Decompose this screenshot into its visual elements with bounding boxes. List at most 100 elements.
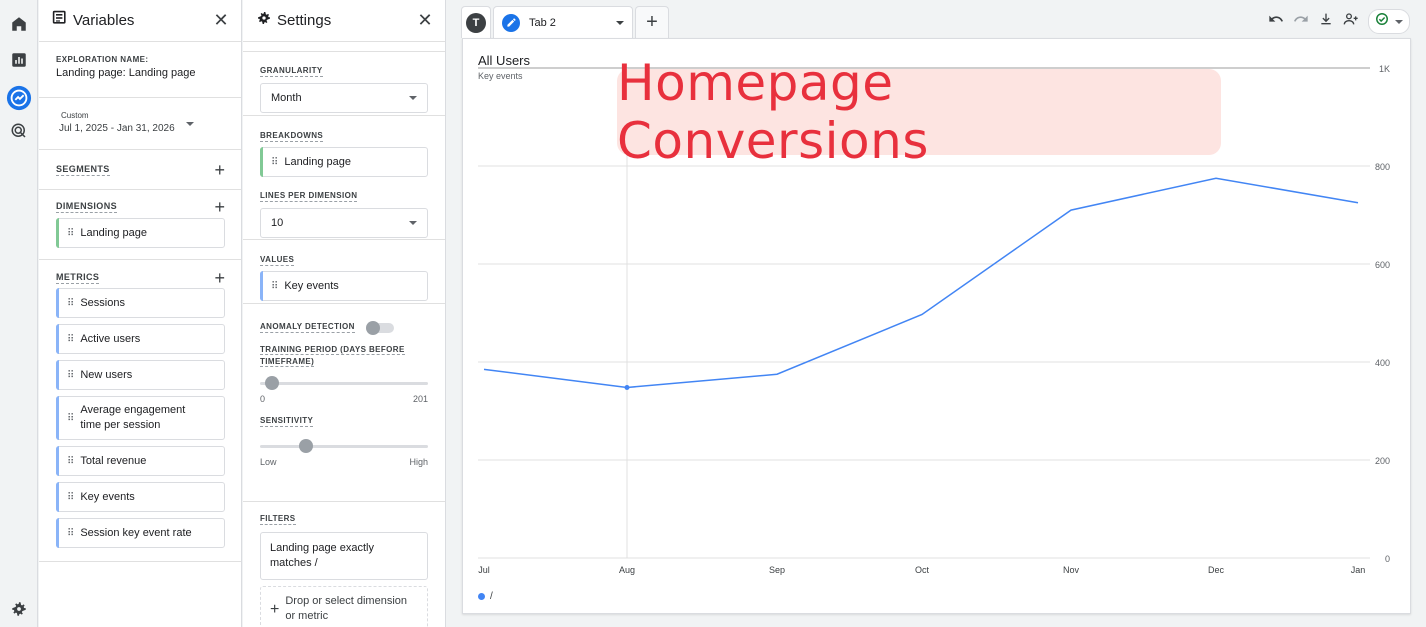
metric-chip-session-key-event-rate[interactable]: ⠿ Session key event rate bbox=[56, 518, 225, 548]
values-label: VALUES bbox=[260, 255, 295, 266]
metric-chip-key-events[interactable]: ⠿ Key events bbox=[56, 482, 225, 512]
metric-chip-active-users[interactable]: ⠿ Active users bbox=[56, 324, 225, 354]
legend-label[interactable]: / bbox=[490, 591, 493, 602]
date-range-picker[interactable]: Custom Jul 1, 2025 - Jan 31, 2026 bbox=[39, 98, 241, 150]
drag-handle-icon[interactable]: ⠿ bbox=[67, 411, 74, 426]
granularity-value: Month bbox=[271, 92, 302, 104]
granularity-select[interactable]: Month bbox=[260, 83, 428, 113]
lines-per-dimension-value: 10 bbox=[271, 217, 284, 229]
sensitivity-range: Low High bbox=[260, 457, 428, 467]
home-icon[interactable] bbox=[9, 14, 29, 34]
metric-chip-label: Active users bbox=[80, 333, 141, 345]
metric-chip-label: New users bbox=[80, 369, 133, 381]
lines-per-dimension-label: LINES PER DIMENSION bbox=[260, 191, 358, 202]
left-nav-rail bbox=[0, 0, 38, 627]
granularity-label: GRANULARITY bbox=[260, 66, 323, 77]
legend-dot bbox=[478, 593, 485, 600]
add-filter-dropzone[interactable]: + Drop or select dimension or metric bbox=[260, 586, 428, 627]
data-point bbox=[624, 384, 630, 390]
slider-track bbox=[260, 445, 428, 448]
share-users-icon[interactable] bbox=[1343, 11, 1359, 32]
explore-icon[interactable] bbox=[5, 84, 33, 112]
values-section: VALUES ⠿ Key events bbox=[243, 240, 445, 304]
value-chip-key-events[interactable]: ⠿ Key events bbox=[260, 271, 428, 301]
variables-panel: Variables ✕ EXPLORATION NAME: Landing pa… bbox=[39, 0, 242, 627]
metric-chip-new-users[interactable]: ⠿ New users bbox=[56, 360, 225, 390]
x-tick-label: Sep bbox=[769, 565, 785, 575]
training-period-slider[interactable] bbox=[260, 376, 428, 390]
y-tick-label: 800 bbox=[1375, 162, 1390, 172]
slider-track bbox=[260, 382, 428, 385]
settings-top-spacer bbox=[243, 42, 445, 52]
drag-handle-icon[interactable]: ⠿ bbox=[67, 334, 74, 345]
date-range-label: Custom bbox=[61, 111, 89, 120]
sensitivity-slider[interactable] bbox=[260, 439, 428, 453]
slider-thumb[interactable] bbox=[298, 439, 313, 453]
date-range-value: Jul 1, 2025 - Jan 31, 2026 bbox=[59, 123, 175, 134]
filter-text: Landing page exactly matches / bbox=[270, 542, 374, 569]
metric-chip-label: Total revenue bbox=[80, 455, 147, 467]
value-chip-label: Key events bbox=[284, 280, 339, 292]
drag-handle-icon[interactable]: ⠿ bbox=[67, 370, 74, 381]
breakdown-chip-landing-page[interactable]: ⠿ Landing page bbox=[260, 147, 428, 177]
chevron-down-icon bbox=[409, 96, 417, 100]
add-segment-button[interactable]: + bbox=[214, 161, 225, 179]
tab-label: Tab 2 bbox=[529, 16, 556, 29]
x-tick-label: Oct bbox=[915, 565, 930, 575]
metric-chip-sessions[interactable]: ⠿ Sessions bbox=[56, 288, 225, 318]
y-tick-label: 0 bbox=[1385, 554, 1390, 564]
anomaly-section: ANOMALY DETECTION TRAINING PERIOD (DAYS … bbox=[243, 304, 445, 502]
filters-label: FILTERS bbox=[260, 514, 296, 525]
tab-2[interactable]: Tab 2 bbox=[493, 6, 633, 38]
dimension-chip-landing-page[interactable]: ⠿ Landing page bbox=[56, 218, 225, 248]
close-settings-icon[interactable]: ✕ bbox=[415, 10, 435, 31]
y-tick-label: 400 bbox=[1375, 358, 1390, 368]
lines-per-dimension-select[interactable]: 10 bbox=[260, 208, 428, 238]
undo-icon[interactable] bbox=[1268, 11, 1284, 32]
drag-handle-icon[interactable]: ⠿ bbox=[67, 528, 74, 539]
exploration-name-input[interactable]: Landing page: Landing page bbox=[56, 67, 225, 79]
tab-dropdown-icon[interactable] bbox=[616, 20, 624, 25]
drag-handle-icon[interactable]: ⠿ bbox=[67, 228, 74, 239]
filter-chip[interactable]: Landing page exactly matches / bbox=[260, 532, 428, 580]
sensitivity-low: Low bbox=[260, 457, 277, 467]
add-metric-button[interactable]: + bbox=[214, 269, 225, 287]
drag-handle-icon[interactable]: ⠿ bbox=[67, 298, 74, 309]
advertising-icon[interactable] bbox=[9, 121, 29, 141]
settings-icon[interactable] bbox=[9, 599, 29, 619]
x-tick-label: Jan bbox=[1351, 565, 1366, 575]
tab-user[interactable]: T bbox=[461, 6, 491, 38]
drag-handle-icon[interactable]: ⠿ bbox=[67, 492, 74, 503]
slider-thumb[interactable] bbox=[265, 376, 279, 390]
anomaly-detection-label: ANOMALY DETECTION bbox=[260, 322, 355, 333]
reports-icon[interactable] bbox=[9, 50, 29, 70]
training-period-label: TRAINING PERIOD (DAYS BEFORE TIMEFRAME) bbox=[260, 345, 405, 367]
sensitivity-label: SENSITIVITY bbox=[260, 416, 314, 427]
chevron-down-icon bbox=[409, 221, 417, 225]
drag-handle-icon[interactable]: ⠿ bbox=[67, 456, 74, 467]
variables-header: Variables ✕ bbox=[39, 0, 241, 42]
close-variables-icon[interactable]: ✕ bbox=[211, 10, 231, 31]
download-icon[interactable] bbox=[1318, 11, 1334, 32]
status-dropdown[interactable] bbox=[1368, 9, 1410, 34]
drag-handle-icon[interactable]: ⠿ bbox=[271, 281, 278, 292]
x-tick-label: Nov bbox=[1063, 565, 1080, 575]
metric-chip-average-engagement-time[interactable]: ⠿ Average engagement time per session bbox=[56, 396, 225, 440]
y-tick-label: 1K bbox=[1379, 64, 1390, 74]
breakdowns-label: BREAKDOWNS bbox=[260, 131, 324, 142]
dropzone-text: Drop or select dimension or metric bbox=[285, 595, 408, 622]
y-tick-label: 600 bbox=[1375, 260, 1390, 270]
x-tick-label: Dec bbox=[1208, 565, 1225, 575]
sensitivity-high: High bbox=[409, 457, 428, 467]
metric-chip-total-revenue[interactable]: ⠿ Total revenue bbox=[56, 446, 225, 476]
redo-icon[interactable] bbox=[1293, 11, 1309, 32]
plus-icon: + bbox=[270, 600, 280, 618]
breakdowns-section: BREAKDOWNS ⠿ Landing page LINES PER DIME… bbox=[243, 116, 445, 240]
exploration-name-section: EXPLORATION NAME: Landing page: Landing … bbox=[39, 42, 241, 98]
anomaly-detection-toggle[interactable] bbox=[365, 320, 394, 335]
metric-chip-label: Average engagement time per session bbox=[80, 404, 186, 431]
y-tick-label: 200 bbox=[1375, 456, 1390, 466]
add-tab-button[interactable]: + bbox=[635, 6, 669, 38]
drag-handle-icon[interactable]: ⠿ bbox=[271, 157, 278, 168]
add-dimension-button[interactable]: + bbox=[214, 198, 225, 216]
